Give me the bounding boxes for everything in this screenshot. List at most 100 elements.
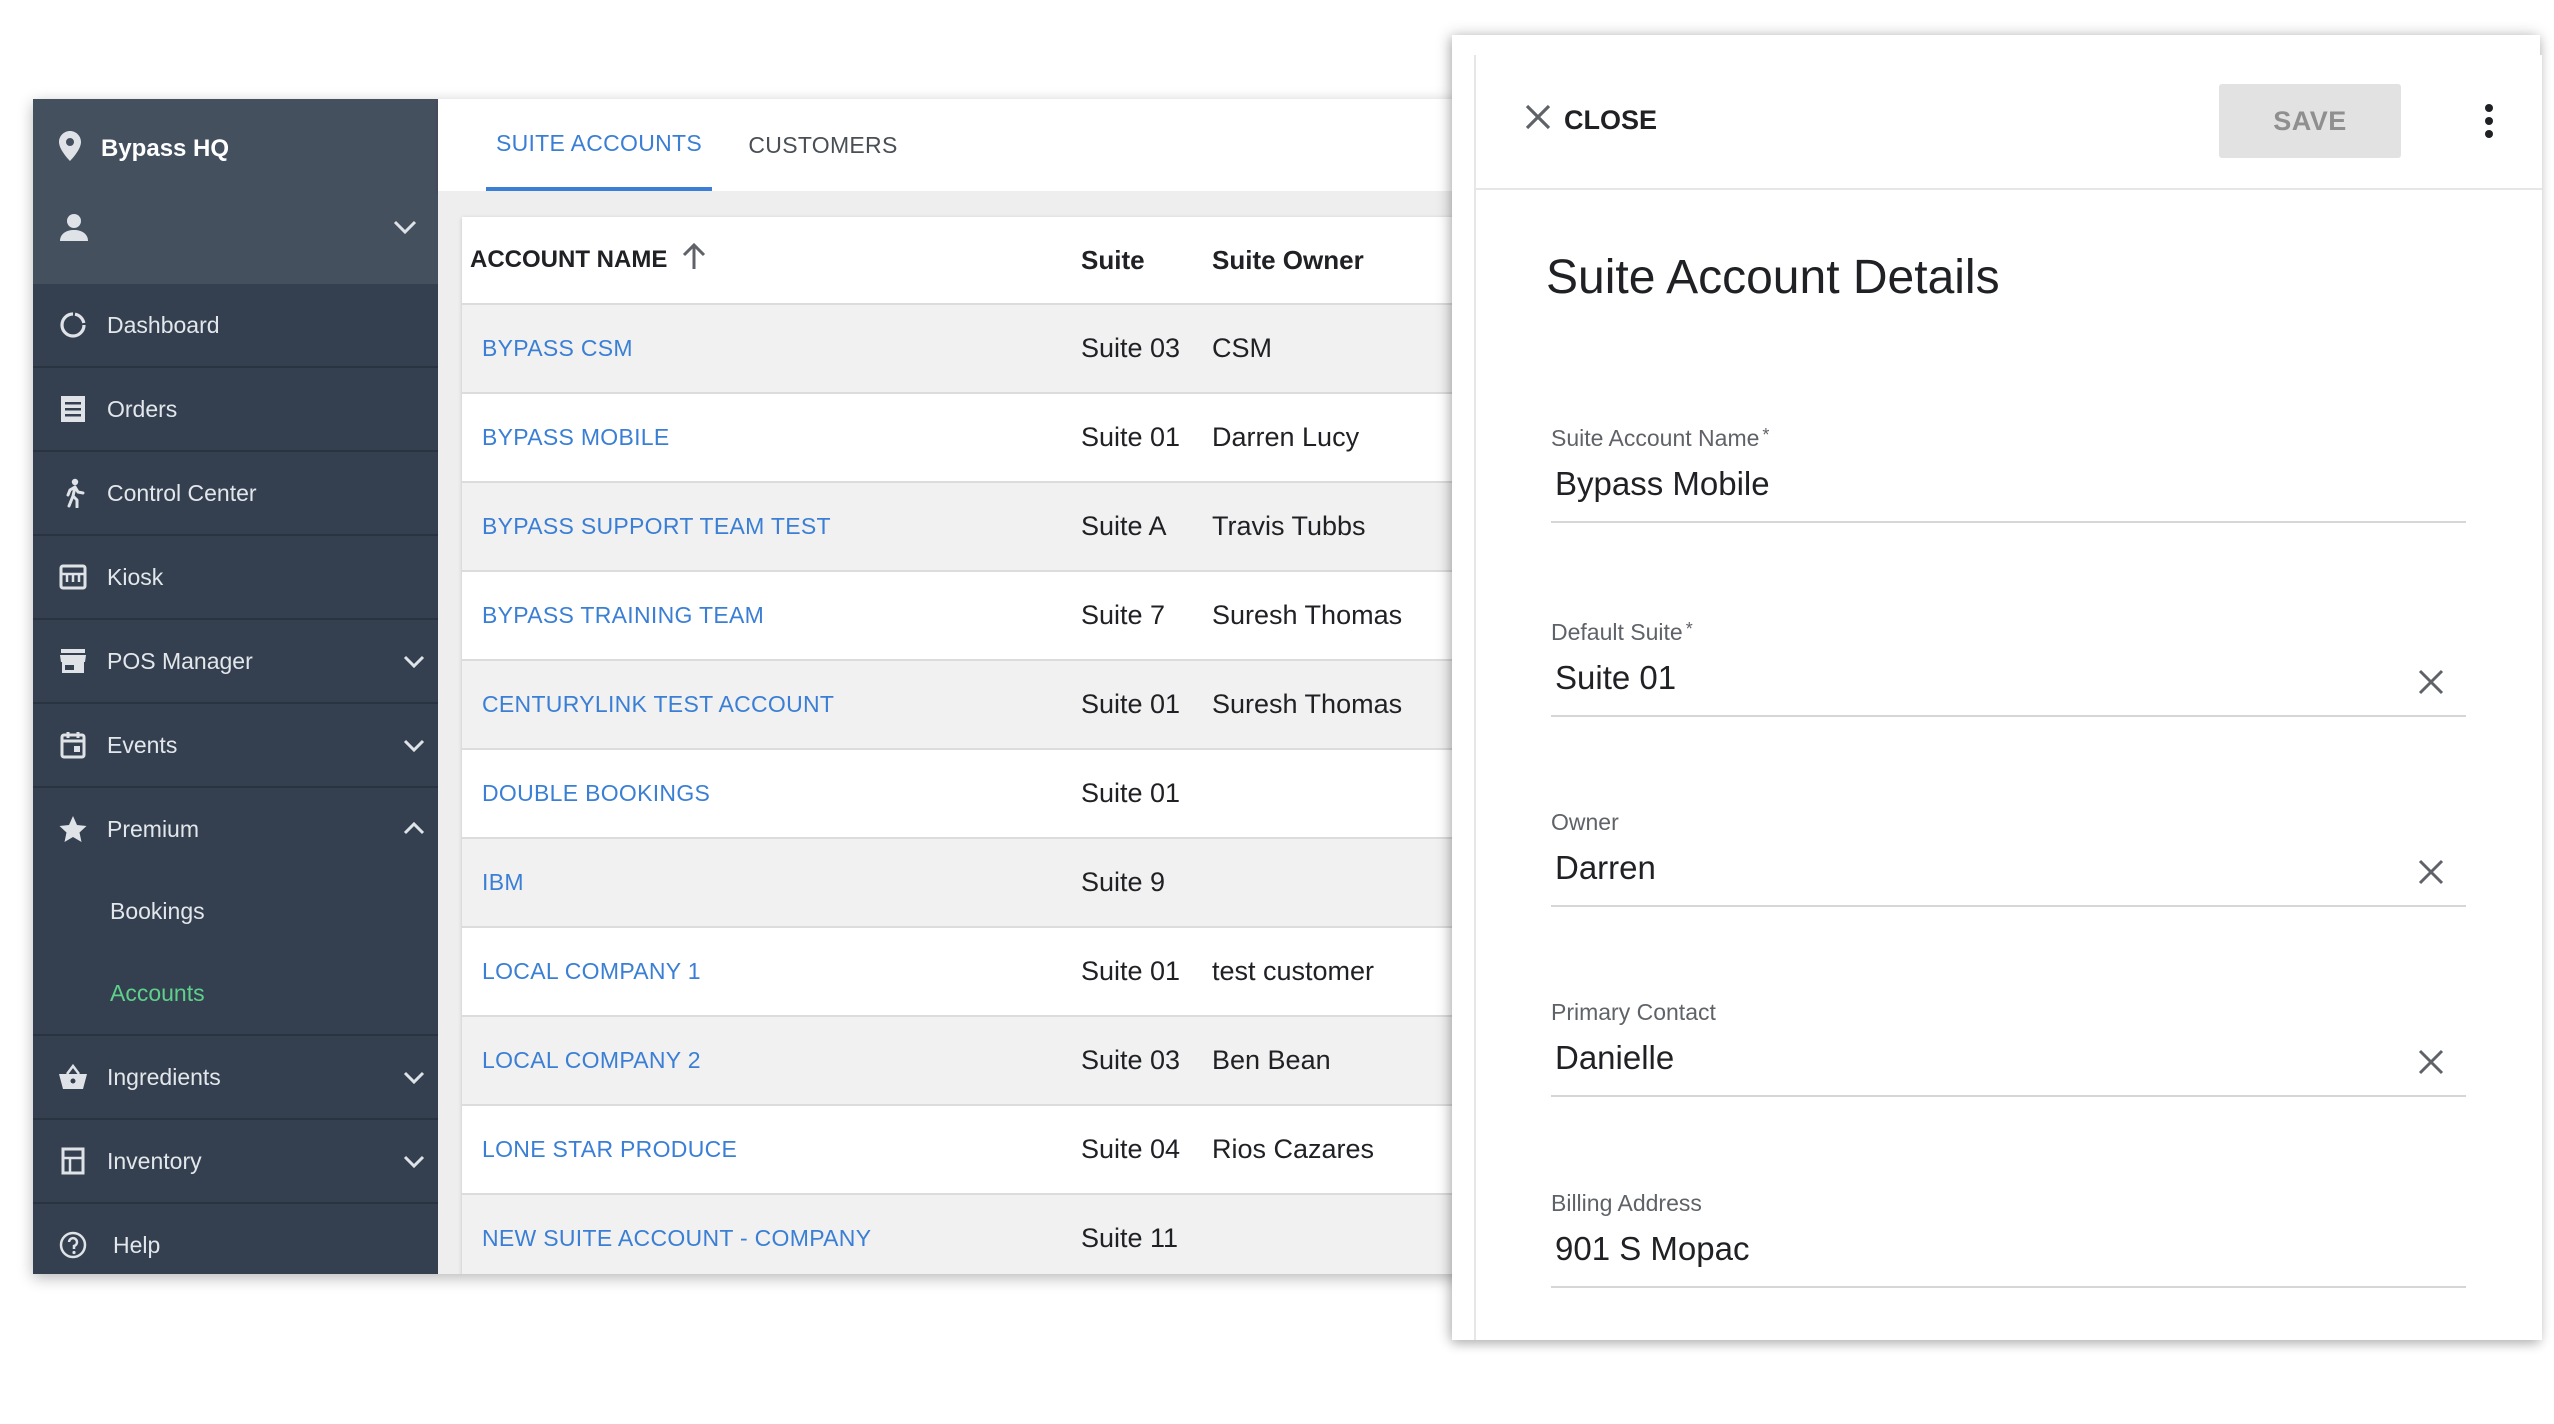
account-name-link[interactable]: BYPASS MOBILE: [482, 394, 670, 481]
sidebar: Bypass HQ Dashboard Orders Control Cente…: [33, 99, 438, 1274]
sidebar-header: Bypass HQ: [33, 99, 438, 284]
table-row[interactable]: LOCAL COMPANY 2 Suite 03 Ben Bean: [462, 1017, 1493, 1106]
field-value[interactable]: Bypass Mobile: [1555, 465, 1770, 503]
sidebar-item-label: Premium: [107, 815, 200, 842]
column-header-suite-owner[interactable]: Suite Owner: [1212, 217, 1364, 303]
table-row[interactable]: IBM Suite 9: [462, 839, 1493, 928]
location-pin-icon: [59, 130, 81, 168]
close-label: CLOSE: [1564, 104, 1658, 135]
sidebar-item-kiosk[interactable]: Kiosk: [33, 536, 438, 620]
sidebar-item-inventory[interactable]: Inventory: [33, 1120, 438, 1204]
field-value[interactable]: 901 S Mopac: [1555, 1230, 1749, 1268]
app-window: Bypass HQ Dashboard Orders Control Cente…: [33, 99, 1493, 1274]
sidebar-item-pos-manager[interactable]: POS Manager: [33, 620, 438, 704]
account-name-link[interactable]: BYPASS CSM: [482, 305, 633, 392]
field-value[interactable]: Danielle: [1555, 1039, 1674, 1077]
sidebar-item-help[interactable]: Help: [33, 1204, 438, 1274]
chevron-down-icon[interactable]: [398, 729, 430, 761]
chevron-down-icon[interactable]: [398, 645, 430, 677]
table-row[interactable]: BYPASS TRAINING TEAM Suite 7 Suresh Thomas: [462, 572, 1493, 661]
chevron-down-icon[interactable]: [398, 1145, 430, 1177]
owner-cell: Ben Bean: [1212, 1045, 1331, 1075]
field-label: Billing Address: [1551, 1190, 1702, 1216]
table-row[interactable]: CENTURYLINK TEST ACCOUNT Suite 01 Suresh T…: [462, 661, 1493, 750]
venue-name: Bypass HQ: [101, 135, 230, 162]
field-value[interactable]: Darren: [1555, 849, 1656, 887]
tab-suite-accounts[interactable]: SUITE ACCOUNTS: [486, 99, 712, 191]
sidebar-item-premium[interactable]: Premium: [33, 788, 438, 870]
default-suite-field[interactable]: Default Suite * Suite 01: [1551, 619, 2466, 717]
person-icon: [59, 212, 89, 247]
chevron-down-icon[interactable]: [393, 219, 417, 240]
orders-icon: [57, 393, 89, 425]
save-button[interactable]: SAVE: [2219, 84, 2401, 158]
chevron-up-icon[interactable]: [398, 813, 430, 845]
table-row[interactable]: BYPASS CSM Suite 03 CSM: [462, 305, 1493, 394]
suite-account-name-field[interactable]: Suite Account Name * Bypass Mobile: [1551, 425, 2466, 523]
billing-address-field[interactable]: Billing Address 901 S Mopac: [1551, 1190, 2466, 1288]
account-name-link[interactable]: DOUBLE BOOKINGS: [482, 750, 710, 837]
account-name-link[interactable]: BYPASS SUPPORT TEAM TEST: [482, 483, 831, 570]
field-label: Primary Contact: [1551, 999, 1716, 1025]
field-value[interactable]: Suite 01: [1555, 659, 1676, 697]
table-row[interactable]: BYPASS SUPPORT TEAM TEST Suite A Travis Tu…: [462, 483, 1493, 572]
account-name-link[interactable]: LOCAL COMPANY 1: [482, 928, 701, 1015]
account-name-link[interactable]: CENTURYLINK TEST ACCOUNT: [482, 661, 834, 748]
sidebar-item-label: Orders: [107, 395, 178, 422]
clear-icon[interactable]: [2414, 855, 2448, 889]
dashboard-icon: [57, 309, 89, 341]
table-row[interactable]: DOUBLE BOOKINGS Suite 01: [462, 750, 1493, 839]
owner-field[interactable]: Owner Darren: [1551, 809, 2466, 907]
sidebar-item-orders[interactable]: Orders: [33, 368, 438, 452]
owner-cell: Travis Tubbs: [1212, 511, 1366, 541]
suite-cell: Suite 04: [1081, 1134, 1181, 1164]
runner-icon: [57, 477, 89, 509]
table-row[interactable]: NEW SUITE ACCOUNT - COMPANY Suite 11: [462, 1195, 1493, 1274]
owner-cell: Rios Cazares: [1212, 1134, 1375, 1164]
sidebar-nav: Dashboard Orders Control Center Kiosk PO…: [33, 284, 438, 1274]
sidebar-subitem-bookings[interactable]: Bookings: [33, 870, 438, 952]
sort-ascending-icon: [681, 242, 707, 278]
field-label: Owner: [1551, 809, 1619, 835]
account-name-link[interactable]: NEW SUITE ACCOUNT - COMPANY: [482, 1195, 871, 1274]
table-row[interactable]: LONE STAR PRODUCE Suite 04 Rios Cazares: [462, 1106, 1493, 1195]
user-menu[interactable]: [59, 199, 439, 259]
column-header-suite[interactable]: Suite: [1081, 217, 1145, 303]
tab-customers[interactable]: CUSTOMERS: [738, 99, 908, 191]
sidebar-item-ingredients[interactable]: Ingredients: [33, 1036, 438, 1120]
more-vert-icon[interactable]: [2469, 96, 2509, 146]
primary-contact-field[interactable]: Primary Contact Danielle: [1551, 999, 2466, 1097]
sidebar-item-control-center[interactable]: Control Center: [33, 452, 438, 536]
suite-cell: Suite 01: [1081, 956, 1181, 986]
help-icon: [57, 1229, 89, 1261]
star-icon: [57, 813, 89, 845]
suite-cell: Suite A: [1081, 511, 1167, 541]
clear-icon[interactable]: [2414, 665, 2448, 699]
sidebar-item-events[interactable]: Events: [33, 704, 438, 788]
account-name-link[interactable]: IBM: [482, 839, 524, 926]
main-content: ACCOUNT NAME Suite Suite Owner BYPASS CS…: [438, 191, 1493, 1274]
suite-cell: Suite 11: [1081, 1223, 1179, 1253]
table-row[interactable]: LOCAL COMPANY 1 Suite 01 test customer: [462, 928, 1493, 1017]
account-name-link[interactable]: BYPASS TRAINING TEAM: [482, 572, 764, 659]
account-name-link[interactable]: LONE STAR PRODUCE: [482, 1106, 737, 1193]
clear-icon[interactable]: [2414, 1045, 2448, 1079]
table-header: ACCOUNT NAME Suite Suite Owner: [462, 217, 1493, 305]
sidebar-item-dashboard[interactable]: Dashboard: [33, 284, 438, 368]
suite-cell: Suite 01: [1081, 689, 1181, 719]
suite-cell: Suite 9: [1081, 867, 1166, 897]
sidebar-subitem-accounts[interactable]: Accounts: [33, 952, 438, 1034]
chevron-down-icon[interactable]: [398, 1061, 430, 1093]
account-name-link[interactable]: LOCAL COMPANY 2: [482, 1017, 701, 1104]
table-row[interactable]: BYPASS MOBILE Suite 01 Darren Lucy: [462, 394, 1493, 483]
owner-cell: Darren Lucy: [1212, 422, 1360, 452]
suite-cell: Suite 01: [1081, 422, 1181, 452]
owner-cell: Suresh Thomas: [1212, 600, 1403, 630]
sidebar-item-label: Events: [107, 731, 178, 758]
venue-selector[interactable]: Bypass HQ: [59, 129, 229, 169]
column-header-account-name[interactable]: ACCOUNT NAME: [470, 217, 707, 303]
field-label: Default Suite *: [1551, 619, 1693, 645]
sidebar-item-label: Dashboard: [107, 311, 220, 338]
close-button[interactable]: CLOSE: [1524, 100, 1657, 140]
suite-cell: Suite 01: [1081, 778, 1181, 808]
